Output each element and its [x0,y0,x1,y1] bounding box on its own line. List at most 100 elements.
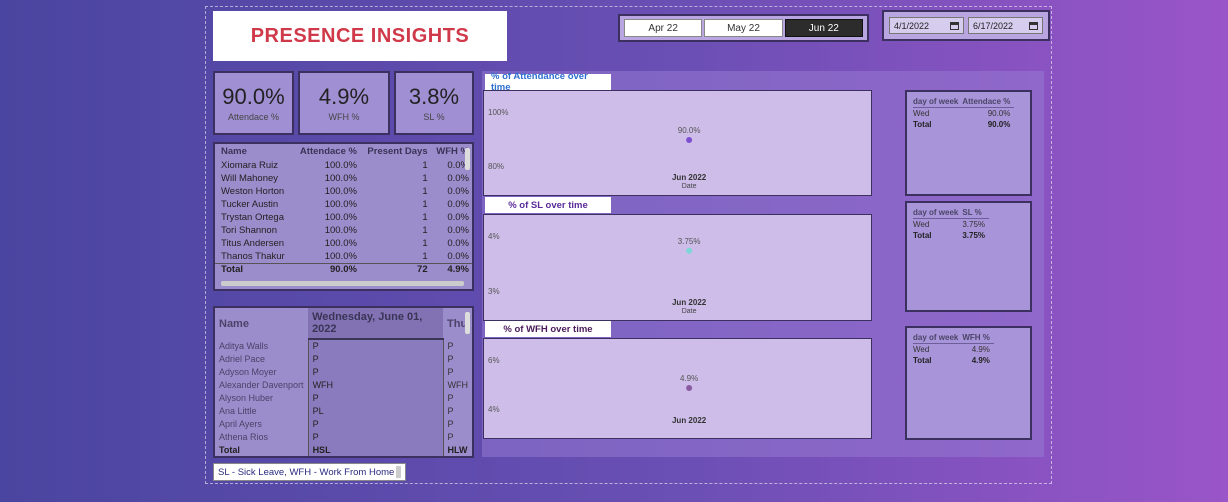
chart-title-attendance: % of Attendance over time [485,71,611,93]
end-date-input[interactable]: 6/17/2022 [968,17,1043,34]
dow-col-header[interactable]: WFH % [962,332,994,344]
legend-note-scrollbar[interactable] [396,466,401,478]
table-row[interactable]: Will Mahoney 100.0% 1 0.0% [215,172,472,185]
matrix-row[interactable]: Aditya Walls P P [215,339,472,352]
dow-col-header[interactable]: day of week [913,332,963,344]
month-option-apr[interactable]: Apr 22 [624,19,703,37]
dow-total-value: 4.9% [971,356,990,365]
column-header-present-days[interactable]: Present Days [360,144,431,159]
matrix-row[interactable]: Alyson Huber P P [215,391,472,404]
dow-cell: 3.75% [962,220,986,229]
cell-wfh: 0.0% [447,199,469,210]
wfh-over-time-chart[interactable]: 6% 4% 4.9% Jun 2022 [483,338,872,439]
kpi-attendance: 90.0% Attendace % [213,71,294,135]
dow-total-value: 90.0% [987,120,1011,129]
data-label: 4.9% [679,373,699,383]
cell-wfh: 0.0% [447,186,469,197]
end-date-value: 6/17/2022 [973,20,1014,31]
data-label: 3.75% [677,236,701,246]
matrix-cell-status-day2: P [447,392,454,403]
matrix-header-name[interactable]: Name [215,308,308,339]
report-title: PRESENCE INSIGHTS [250,24,470,47]
legend-note: SL - Sick Leave, WFH - Work From Home [213,463,406,481]
month-option-jun[interactable]: Jun 22 [784,19,863,37]
table-row[interactable]: Tori Shannon 100.0% 1 0.0% [215,224,472,237]
cell-attendance: 100.0% [324,160,357,171]
data-point[interactable] [686,384,693,391]
matrix-cell-status-day1: P [307,417,444,430]
attendance-over-time-chart[interactable]: 100% 80% 90.0% Jun 2022 Date [483,90,872,196]
chart-title-sl: % of SL over time [485,197,611,213]
cell-present-days: 1 [422,250,428,262]
dow-cell: Wed [913,220,930,229]
table-row[interactable]: Tucker Austin 100.0% 1 0.0% [215,198,472,211]
start-date-input[interactable]: 4/1/2022 [889,17,964,34]
matrix-row[interactable]: Ana Little PL P [215,404,472,417]
matrix-header-row: Name Wednesday, June 01, 2022 Thu [215,308,472,340]
x-tick-label: Jun 2022 [671,173,707,182]
matrix-cell-status-day2: P [447,340,454,351]
kpi-sl: 3.8% SL % [394,71,474,135]
matrix-row[interactable]: Alexander Davenport WFH WFH [215,378,472,391]
table-row[interactable]: Trystan Ortega 100.0% 1 0.0% [215,211,472,224]
dow-total-label: Total [913,356,932,365]
table-row[interactable]: Thanos Thakur 100.0% 1 0.0% [215,250,472,263]
dow-total-value: 3.75% [962,231,986,240]
dow-cell: Wed [913,345,930,354]
kpi-label: SL % [423,112,445,122]
table-row[interactable]: Weston Horton 100.0% 1 0.0% [215,185,472,198]
kpi-label: WFH % [328,112,360,122]
cell-wfh: 0.0% [447,173,469,184]
column-header-attendance[interactable]: Attendace % [293,144,360,159]
daily-status-matrix: Name Wednesday, June 01, 2022 Thu Aditya… [215,308,472,456]
matrix-total-status-day1: HSL [307,443,444,456]
column-header-name[interactable]: Name [215,144,293,159]
table-row[interactable]: Titus Andersen 100.0% 1 0.0% [215,237,472,250]
matrix-cell-status-day1: WFH [307,378,444,391]
month-option-may[interactable]: May 22 [704,19,783,37]
matrix-cell-status-day1: P [307,365,444,378]
sl-over-time-chart[interactable]: 4% 3% 3.75% Jun 2022 Date [483,214,872,321]
horizontal-scrollbar[interactable] [221,281,464,286]
total-attendance: 90.0% [292,262,360,276]
vertical-scrollbar[interactable] [465,312,470,334]
matrix-row[interactable]: Adyson Moyer P P [215,365,472,378]
cell-present-days: 1 [422,186,428,197]
dow-col-header[interactable]: day of week [913,96,963,108]
vertical-scrollbar[interactable] [465,148,470,170]
matrix-header-date[interactable]: Wednesday, June 01, 2022 [308,308,443,340]
x-tick-label: Jun 2022 [671,298,707,307]
cell-name: Weston Horton [221,186,285,197]
matrix-row[interactable]: April Ayers P P [215,417,472,430]
cell-wfh: 0.0% [447,225,469,236]
table-header-row: Name Attendace % Present Days WFH % [215,144,472,159]
matrix-cell-status-day2: P [447,366,454,377]
x-tick-label: Jun 2022 [671,416,707,425]
matrix-cell-status-day2: P [447,418,454,429]
calendar-icon[interactable] [950,21,959,30]
dow-cell: 90.0% [987,109,1011,118]
cell-name: Trystan Ortega [221,212,285,223]
cell-attendance: 100.0% [324,212,357,223]
dow-col-header[interactable]: day of week [913,207,963,219]
matrix-cell-status-day1: P [307,391,444,404]
matrix-row[interactable]: Adriel Pace P P [215,352,472,365]
cell-wfh: 0.0% [447,238,469,249]
cell-present-days: 1 [422,173,428,184]
data-point[interactable] [686,247,693,254]
total-wfh: 4.9% [430,262,472,276]
cell-name: Tucker Austin [221,199,279,210]
cell-attendance: 100.0% [324,199,357,210]
kpi-label: Attendace % [227,112,280,122]
matrix-row[interactable]: Athena Rios P P [215,430,472,443]
dow-col-header[interactable]: SL % [962,207,990,219]
calendar-icon[interactable] [1029,21,1038,30]
matrix-cell-status-day1: P [307,430,444,443]
dow-col-header[interactable]: Attendace % [962,96,1015,108]
cell-attendance: 100.0% [324,173,357,184]
matrix-cell-status-day2: P [447,405,454,416]
x-axis-title: Date [681,183,697,190]
table-row[interactable]: Xiomara Ruiz 100.0% 1 0.0% [215,159,472,172]
matrix-cell-status-day1: P [307,352,444,365]
data-point[interactable] [686,137,693,143]
